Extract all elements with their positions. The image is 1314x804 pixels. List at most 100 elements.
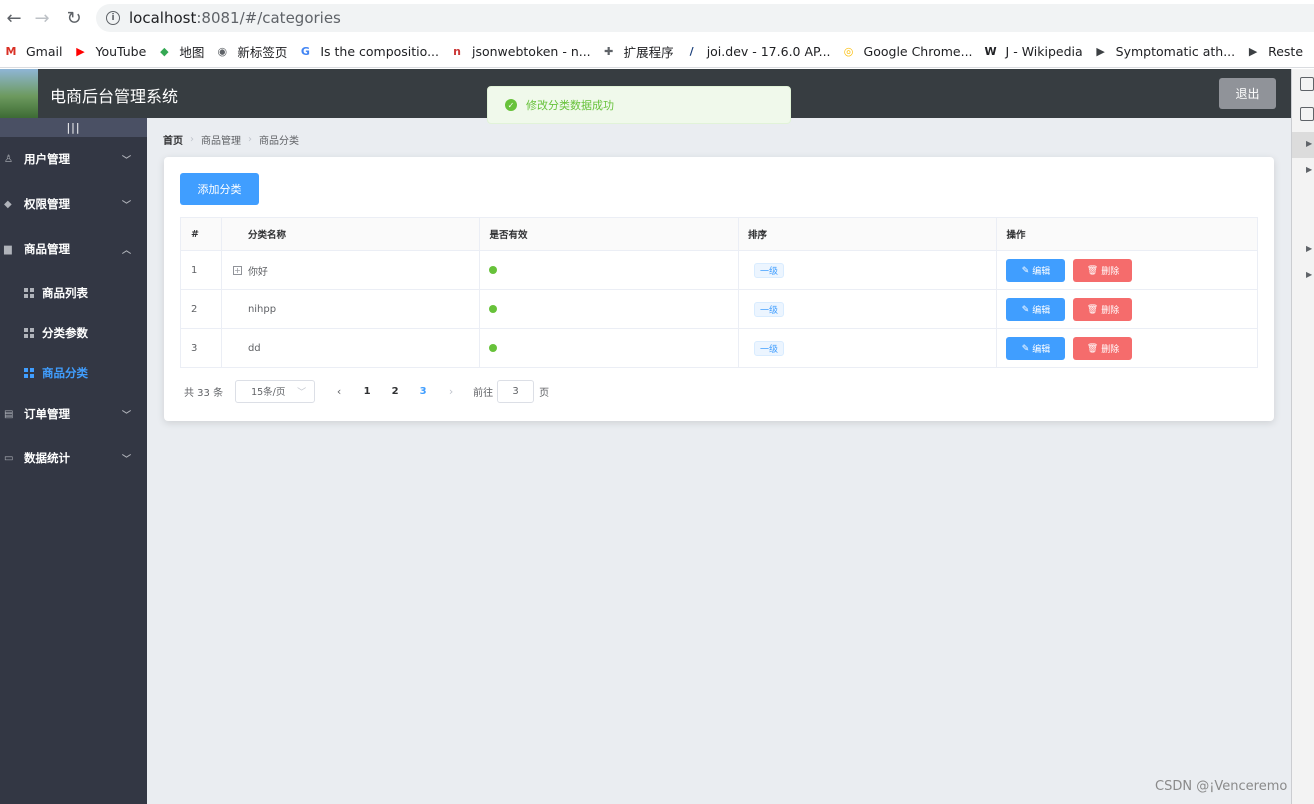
delete-label: 删除 xyxy=(1101,343,1120,354)
expand-icon[interactable]: + xyxy=(232,265,242,275)
category-name-cell: nihpp xyxy=(222,290,481,328)
bookmark-item[interactable]: ✚ 扩展程序 xyxy=(598,38,681,66)
sidebar-subitem-categories[interactable]: 商品分类 xyxy=(0,353,147,393)
column-header: 分类名称 xyxy=(221,218,481,250)
sidebar-subitem-goods-list[interactable]: 商品列表 xyxy=(0,273,147,313)
sidebar-item-users[interactable]: ♙ 用户管理 ﹀ xyxy=(0,139,147,179)
address-bar[interactable]: i localhost:8081/#/categories xyxy=(96,4,1314,32)
bookmark-item[interactable]: ◉ 新标签页 xyxy=(211,38,294,66)
sidebar-subitem-label: 商品分类 xyxy=(42,366,88,380)
expand-triangle-icon[interactable]: ▶ xyxy=(1306,139,1312,148)
chevron-up-icon: ︿ xyxy=(121,245,131,256)
delete-label: 删除 xyxy=(1101,304,1120,315)
bookmark-label: Reste xyxy=(1268,44,1304,59)
url-text: localhost:8081/#/categories xyxy=(129,9,341,27)
bookmark-item[interactable]: W J - Wikipedia xyxy=(980,38,1090,66)
logout-button[interactable]: 退出 xyxy=(1219,78,1276,109)
sidebar: ||| ♙ 用户管理 ﹀ ◆ 权限管理 ﹀ ▆ 商品管理 ︿ 商品列表 分类参数… xyxy=(0,118,147,804)
bookmark-item[interactable]: G Is the compositio... xyxy=(294,38,446,66)
bookmark-item[interactable]: / joi.dev - 17.6.0 AP... xyxy=(681,38,838,66)
delete-button[interactable]: 🗑 删除 xyxy=(1073,258,1133,282)
row-index: 1 xyxy=(181,251,222,289)
expand-triangle-icon[interactable]: ▶ xyxy=(1306,270,1312,279)
delete-button[interactable]: 🗑 删除 xyxy=(1073,336,1133,360)
bookmark-item[interactable]: ◎ Google Chrome... xyxy=(838,38,980,66)
goto-suffix: 页 xyxy=(539,387,550,399)
bookmark-item[interactable]: ▶ Symptomatic ath... xyxy=(1090,38,1242,66)
sidebar-item-goods[interactable]: ▆ 商品管理 ︿ xyxy=(0,229,147,269)
bookmark-item[interactable]: M Gmail xyxy=(0,38,69,66)
expand-triangle-icon[interactable]: ▶ xyxy=(1306,244,1312,253)
globe-icon: ◉ xyxy=(217,45,228,58)
gmail-icon: M xyxy=(5,45,17,58)
bookmark-icon: ▶ xyxy=(1248,45,1258,58)
grid-icon xyxy=(24,328,34,338)
page-number[interactable]: 2 xyxy=(381,386,409,397)
bookmark-item[interactable]: ▶ Reste xyxy=(1242,38,1310,66)
devtools-panel: ▶ ▶ ▶ ▶ xyxy=(1291,69,1314,804)
row-index: 2 xyxy=(181,290,222,328)
column-header: 排序 xyxy=(738,218,998,250)
edit-label: 编辑 xyxy=(1032,343,1051,354)
inspect-icon[interactable] xyxy=(1300,77,1314,91)
pagination: 共 33 条 15条/页 ﹀ ‹ 1 2 3 › 前往 页 xyxy=(184,379,549,403)
wikipedia-icon: W xyxy=(984,45,997,58)
edit-button[interactable]: ✎ 编辑 xyxy=(1006,336,1066,360)
bookmark-label: 扩展程序 xyxy=(623,45,674,60)
check-circle-icon: ✓ xyxy=(505,99,517,111)
bookmark-item[interactable]: ◆ 地图 xyxy=(153,38,211,66)
edit-button[interactable]: ✎ 编辑 xyxy=(1006,297,1066,321)
sidebar-item-label: 权限管理 xyxy=(24,197,70,211)
next-page-icon[interactable]: › xyxy=(437,385,465,398)
edit-button[interactable]: ✎ 编辑 xyxy=(1006,258,1066,282)
trash-icon: 🗑 xyxy=(1086,342,1099,353)
sidebar-subitem-params[interactable]: 分类参数 xyxy=(0,313,147,353)
valid-cell xyxy=(480,329,739,367)
category-name: nihpp xyxy=(247,303,277,315)
chevron-down-icon: ﹀ xyxy=(121,155,131,166)
prev-page-icon[interactable]: ‹ xyxy=(325,385,353,398)
page-number-current[interactable]: 3 xyxy=(409,386,437,397)
chrome-icon: ◎ xyxy=(843,45,854,58)
level-tag: 一级 xyxy=(753,340,784,356)
grid-icon xyxy=(24,288,34,298)
page-size-value: 15条/页 xyxy=(251,387,286,398)
sidebar-item-label: 商品管理 xyxy=(24,242,70,256)
add-category-button[interactable]: 添加分类 xyxy=(180,173,259,205)
watermark: CSDN @¡Venceremo xyxy=(1155,779,1288,794)
table-row: 2 nihpp 一级 ✎ 编辑 🗑 删除 xyxy=(181,290,1257,329)
page-size-select[interactable]: 15条/页 ﹀ xyxy=(235,379,316,403)
joi-icon: / xyxy=(689,45,694,58)
device-toggle-icon[interactable] xyxy=(1300,107,1314,121)
edit-label: 编辑 xyxy=(1032,304,1051,315)
delete-button[interactable]: 🗑 删除 xyxy=(1073,297,1133,321)
sidebar-subitem-label: 分类参数 xyxy=(42,326,88,340)
toast-message: 修改分类数据成功 xyxy=(526,99,614,112)
reload-icon[interactable]: ↻ xyxy=(60,4,88,32)
info-icon[interactable]: i xyxy=(106,11,120,25)
chevron-down-icon: ﹀ xyxy=(297,387,307,398)
sidebar-subitem-label: 商品列表 xyxy=(42,286,88,300)
forward-arrow-icon[interactable]: → xyxy=(28,4,56,32)
sidebar-item-permissions[interactable]: ◆ 权限管理 ﹀ xyxy=(0,184,147,224)
page-number[interactable]: 1 xyxy=(353,386,381,397)
goto-prefix: 前往 xyxy=(473,387,494,399)
edit-icon: ✎ xyxy=(1021,342,1030,353)
back-arrow-icon[interactable]: ← xyxy=(0,4,28,32)
goto-page-input[interactable] xyxy=(497,379,535,403)
box-icon: ▆ xyxy=(4,243,12,255)
cube-icon: ◆ xyxy=(4,198,12,210)
expand-triangle-icon[interactable]: ▶ xyxy=(1306,165,1312,174)
sidebar-item-label: 用户管理 xyxy=(24,152,70,166)
breadcrumb-item: 商品管理 xyxy=(201,136,241,147)
bookmark-label: 地图 xyxy=(179,45,205,60)
table-row: 1 + 你好 一级 ✎ 编辑 🗑 删除 xyxy=(181,251,1257,290)
breadcrumb-home[interactable]: 首页 xyxy=(163,132,183,147)
sidebar-toggle[interactable]: ||| xyxy=(0,118,147,137)
bookmark-label: J - Wikipedia xyxy=(1005,44,1083,59)
bookmark-item[interactable]: n jsonwebtoken - n... xyxy=(446,38,598,66)
sidebar-item-reports[interactable]: ▭ 数据统计 ﹀ xyxy=(0,438,147,478)
grid-icon xyxy=(24,368,34,378)
bookmark-item[interactable]: ▶ YouTube xyxy=(69,38,153,66)
sidebar-item-orders[interactable]: ▤ 订单管理 ﹀ xyxy=(0,394,147,434)
